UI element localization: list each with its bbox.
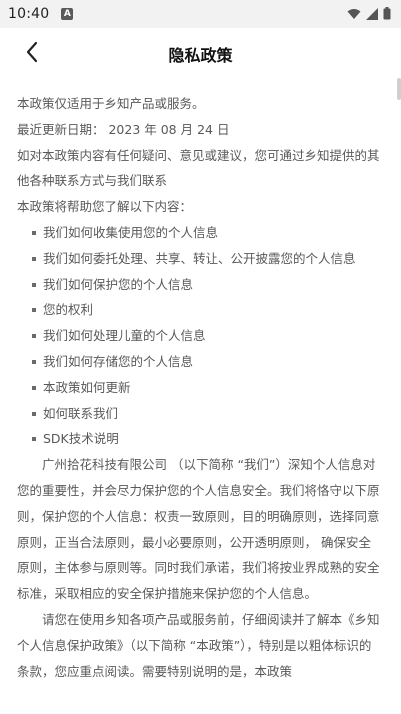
toc-item: 我们如何收集使用您的个人信息 — [17, 220, 381, 246]
status-bar: 10:40 A — [0, 0, 401, 28]
updated-date: 最近更新日期： 2023 年 08 月 24 日 — [17, 121, 230, 137]
toc-list: 我们如何收集使用您的个人信息 我们如何委托处理、共享、转让、公开披露您的个人信息… — [17, 220, 381, 452]
toc-item: 我们如何处理儿童的个人信息 — [17, 323, 381, 349]
wifi-icon — [347, 5, 361, 24]
status-icons — [347, 5, 391, 24]
reading-notice-paragraph: 请您在使用乡知各项产品或服务前，仔细阅读并了解本《乡知个人信息保护政策》（以下简… — [17, 611, 380, 679]
navigation-bar: 隐私政策 — [0, 28, 401, 80]
toc-item: 本政策如何更新 — [17, 375, 381, 401]
signal-icon — [366, 5, 378, 24]
toc-item: 您的权利 — [17, 297, 381, 323]
contact-text: 如对本政策内容有任何疑问、意见或建议，您可通过乡知提供的其他各种联系方式与我们联… — [17, 147, 380, 189]
toc-item: 我们如何存储您的个人信息 — [17, 349, 381, 375]
principles-paragraph: 广州拾花科技有限公司 （以下简称 “我们”）深知个人信息对您的重要性，并会尽力保… — [17, 457, 380, 602]
scrollbar-thumb[interactable] — [397, 78, 401, 100]
intro-text: 本政策仅适用于乡知产品或服务。 — [17, 96, 205, 111]
battery-icon — [383, 5, 391, 24]
notification-app-icon: A — [61, 8, 74, 20]
toc-item: 我们如何委托处理、共享、转让、公开披露您的个人信息 — [17, 246, 381, 272]
policy-content[interactable]: 本政策仅适用于乡知产品或服务。 最近更新日期： 2023 年 08 月 24 日… — [0, 80, 401, 714]
page-title: 隐私政策 — [168, 46, 233, 65]
status-time: 10:40 — [8, 6, 50, 22]
policy-document: 本政策仅适用于乡知产品或服务。 最近更新日期： 2023 年 08 月 24 日… — [0, 80, 401, 684]
toc-item: 我们如何保护您的个人信息 — [17, 272, 381, 298]
toc-item: 如何联系我们 — [17, 401, 381, 427]
toc-item: SDK技术说明 — [17, 426, 381, 452]
toc-heading: 本政策将帮助您了解以下内容： — [17, 199, 193, 215]
